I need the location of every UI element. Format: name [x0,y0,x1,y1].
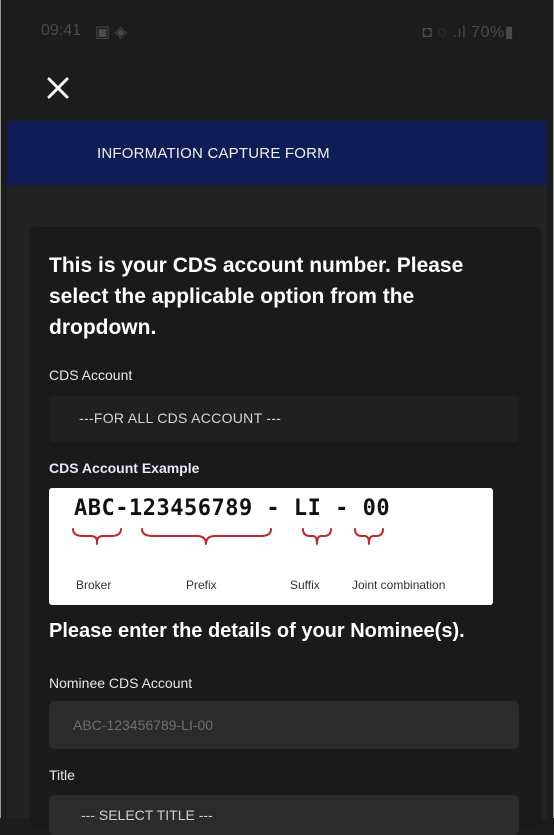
cds-account-label: CDS Account [49,367,133,383]
nominee-cds-label: Nominee CDS Account [49,675,193,691]
joint-bracket [354,528,384,545]
page-title: INFORMATION CAPTURE FORM [97,145,330,162]
close-button[interactable] [40,70,76,106]
cds-account-selected-value: ---FOR ALL CDS ACCOUNT --- [79,410,282,426]
cds-example-image: ABC-123456789 - LI - 00 Broker Prefix Su… [49,488,493,605]
title-select[interactable]: --- SELECT TITLE --- [49,795,519,835]
close-icon [47,77,69,99]
broker-label: Broker [76,578,112,592]
suffix-label: Suffix [290,578,320,592]
broker-bracket [72,528,122,543]
suffix-bracket [302,528,332,545]
intro-text: This is your CDS account number. Please … [49,254,464,339]
cds-account-select[interactable]: ---FOR ALL CDS ACCOUNT --- [49,396,519,442]
header-bar: INFORMATION CAPTURE FORM [7,121,547,185]
prefix-bracket [141,528,272,545]
nominee-heading: Please enter the details of your Nominee… [49,620,465,642]
cds-example-label: CDS Account Example [49,460,200,476]
prefix-label: Prefix [186,578,217,592]
nominee-cds-input[interactable] [49,701,519,749]
status-time: 09:41 [41,22,82,39]
title-label: Title [49,767,75,783]
title-selected-value: --- SELECT TITLE --- [81,807,213,823]
example-code: ABC-123456789 - LI - 00 [74,496,391,521]
notification-icons: ▣ ◈ [95,24,127,41]
status-bar: 09:41 ▣ ◈ ◘ ◌ .ıl 70%▮ [0,0,554,62]
status-indicators: ◘ ◌ .ıl 70%▮ [422,24,514,41]
joint-combination-label: Joint combination [352,578,446,592]
